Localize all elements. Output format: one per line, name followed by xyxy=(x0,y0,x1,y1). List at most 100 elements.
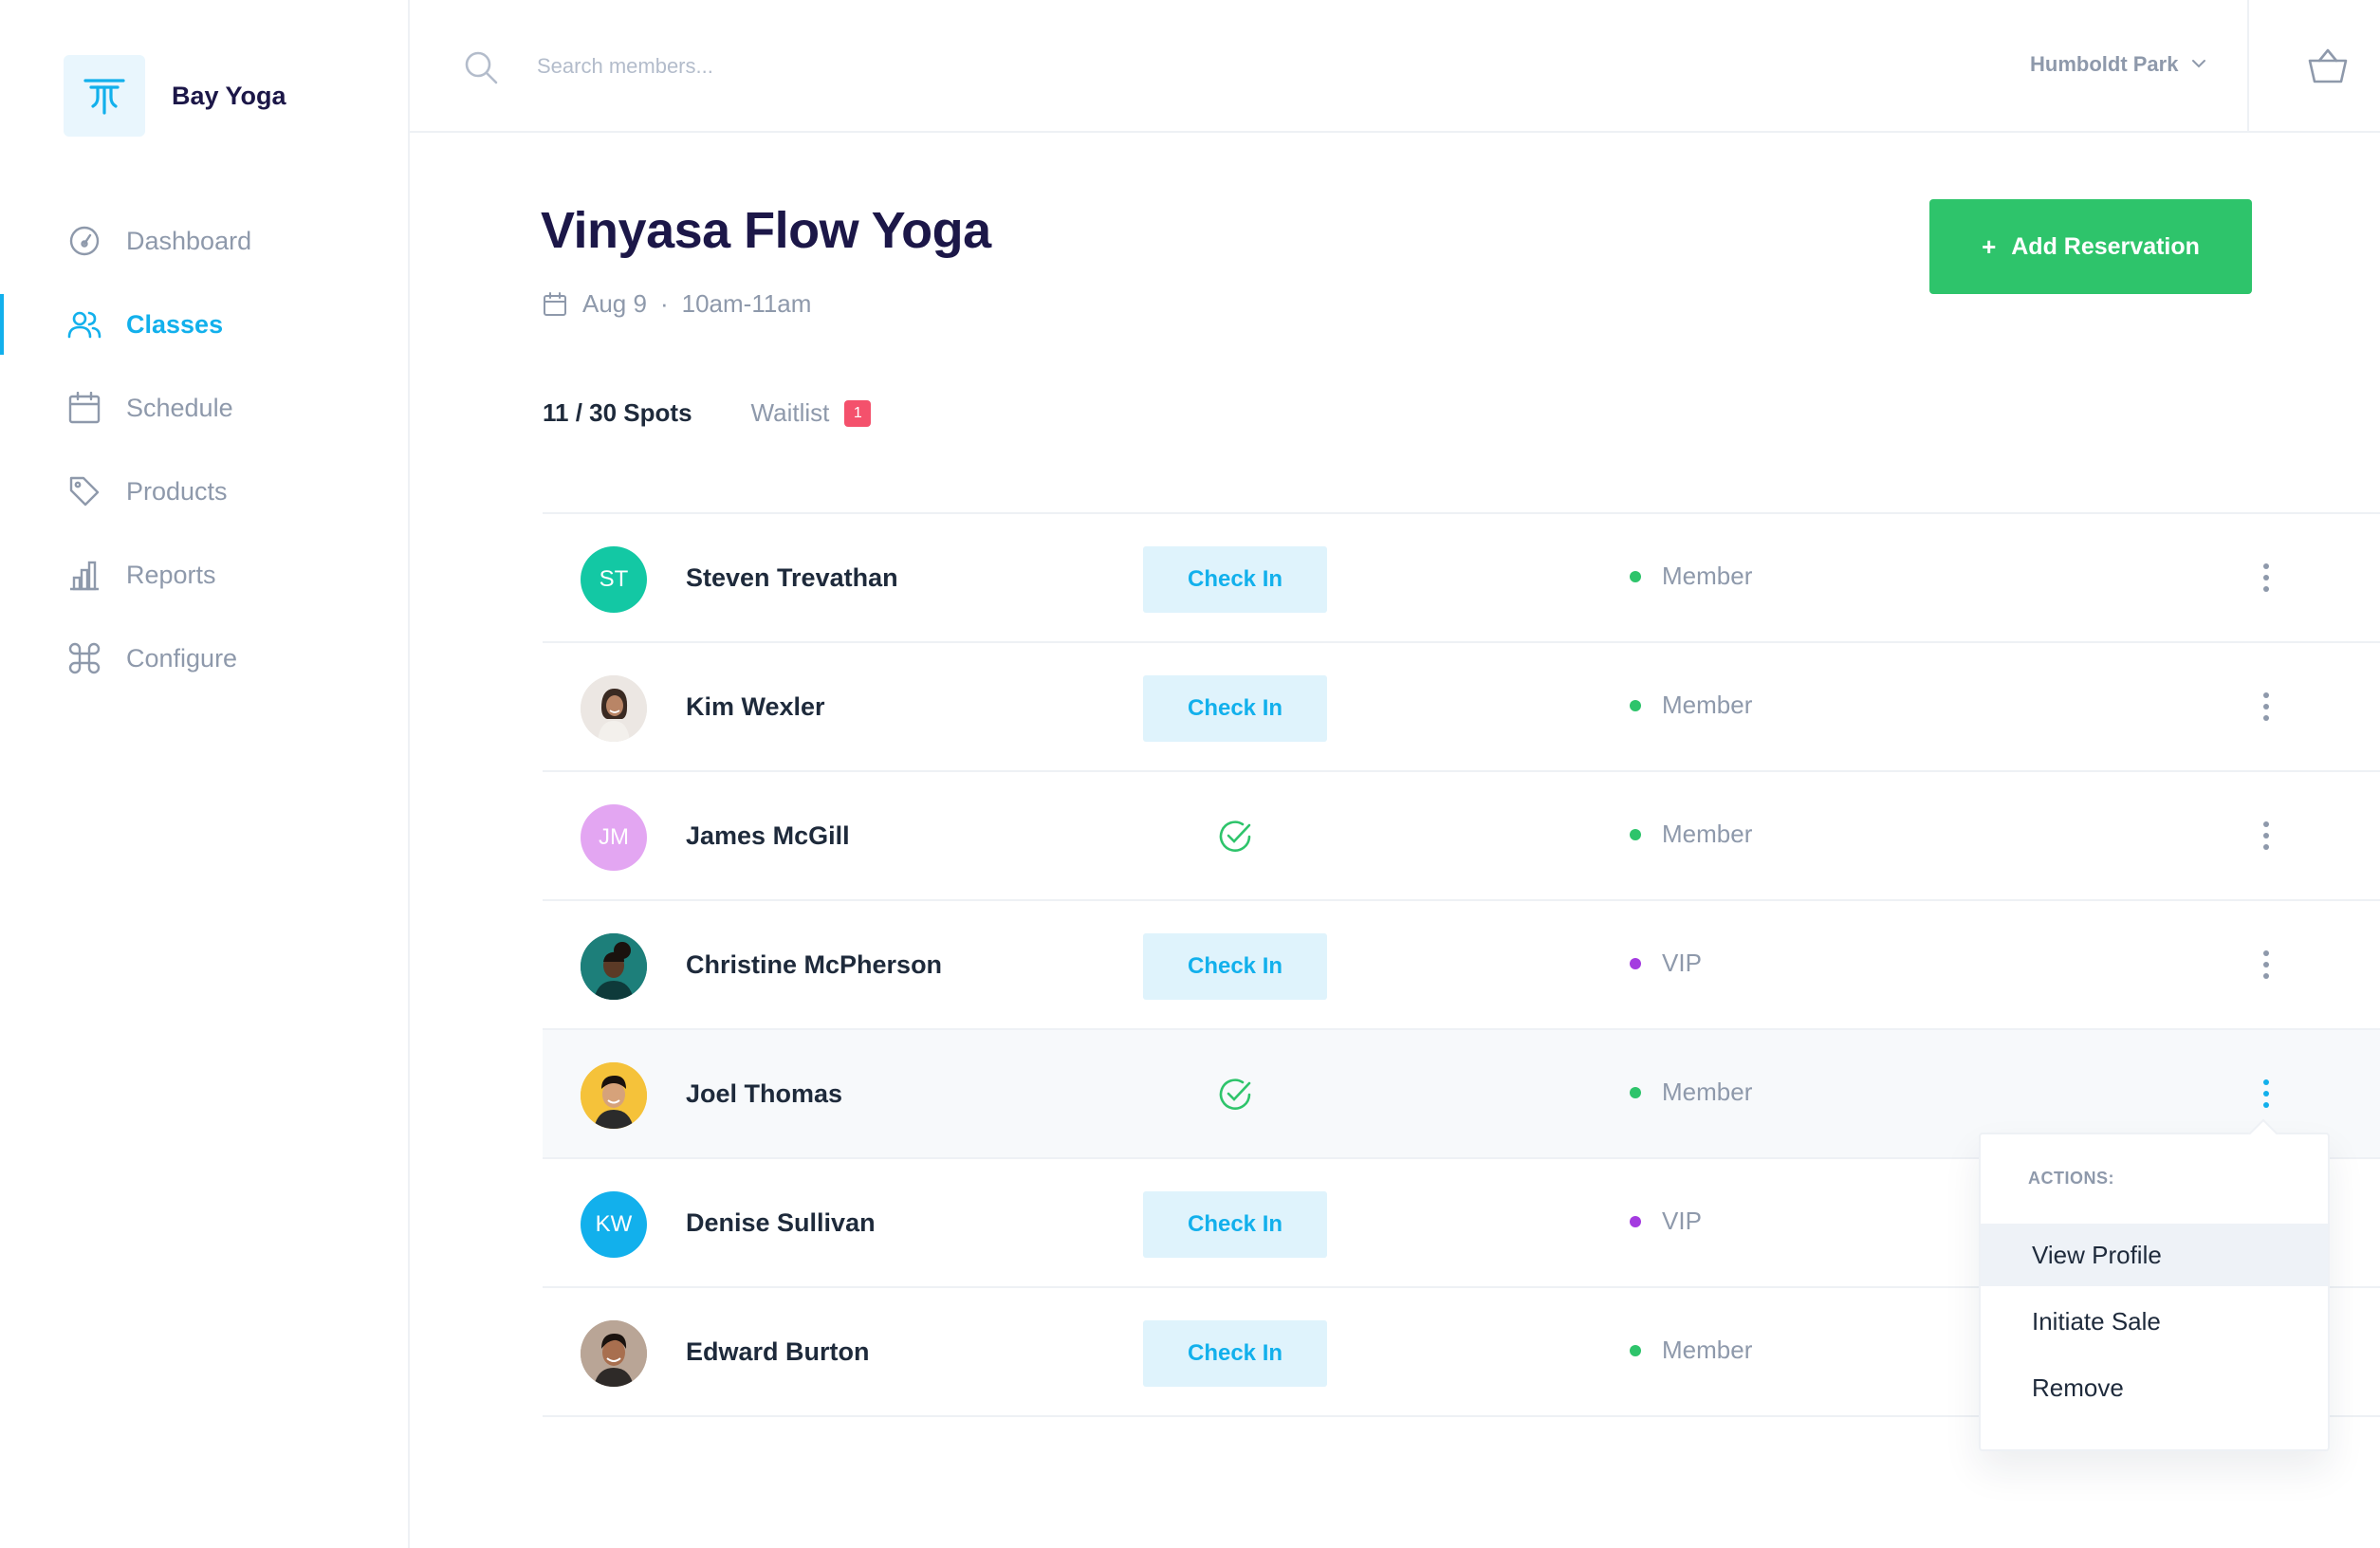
table-row: Christine McPherson Check In VIP xyxy=(543,901,2380,1030)
plus-icon: + xyxy=(1982,231,1997,261)
status-label: Member xyxy=(1662,820,1753,848)
avatar: JM xyxy=(581,804,647,871)
member-name[interactable]: Christine McPherson xyxy=(686,950,942,980)
member-name[interactable]: Kim Wexler xyxy=(686,692,825,722)
meta-separator: · xyxy=(659,289,669,318)
add-reservation-label: Add Reservation xyxy=(2011,232,2200,260)
sidebar-item-classes[interactable]: Classes xyxy=(0,294,408,355)
waitlist-count-badge: 1 xyxy=(844,399,872,427)
tab-waitlist[interactable]: Waitlist 1 xyxy=(751,398,872,428)
status-dot xyxy=(1630,1344,1641,1356)
member-name[interactable]: Joel Thomas xyxy=(686,1079,842,1109)
search-input[interactable] xyxy=(537,46,1391,87)
avatar: KW xyxy=(581,1191,647,1258)
sidebar-item-label: Schedule xyxy=(126,393,233,422)
more-actions-icon[interactable] xyxy=(2252,1070,2280,1117)
page-title: Vinyasa Flow Yoga xyxy=(541,202,991,259)
person-photo-icon xyxy=(581,1062,647,1129)
avatar xyxy=(581,1062,647,1129)
actions-dropdown: ACTIONS: View Profile Initiate Sale Remo… xyxy=(1979,1133,2330,1451)
tag-icon xyxy=(66,473,102,509)
member-name[interactable]: Edward Burton xyxy=(686,1337,870,1367)
status-label: Member xyxy=(1662,1336,1753,1364)
sidebar-item-label: Reports xyxy=(126,560,216,589)
sidebar-item-label: Products xyxy=(126,476,228,506)
table-row: JM James McGill Member xyxy=(543,772,2380,901)
status-label: Member xyxy=(1662,1078,1753,1106)
status-badge: VIP xyxy=(1630,1207,1702,1236)
status-label: VIP xyxy=(1662,1207,1702,1235)
sidebar-item-schedule[interactable]: Schedule xyxy=(0,378,408,438)
person-photo-icon xyxy=(581,1320,647,1387)
class-time: 10am-11am xyxy=(681,289,812,318)
sidebar: Bay Yoga Dashboard Classes Schedule Prod… xyxy=(0,0,410,1548)
class-date: Aug 9 xyxy=(582,289,647,318)
more-actions-icon[interactable] xyxy=(2252,554,2280,601)
top-header: Humboldt Park xyxy=(410,0,2380,133)
status-dot xyxy=(1630,699,1641,711)
check-in-button[interactable]: Check In xyxy=(1143,1320,1327,1387)
location-selector[interactable]: Humboldt Park xyxy=(2030,52,2206,77)
sidebar-item-reports[interactable]: Reports xyxy=(0,544,408,605)
users-icon xyxy=(66,306,102,342)
class-meta: Aug 9 · 10am-11am xyxy=(543,289,811,319)
more-actions-icon[interactable] xyxy=(2252,941,2280,988)
more-actions-icon[interactable] xyxy=(2252,683,2280,730)
add-reservation-button[interactable]: + Add Reservation xyxy=(1929,199,2252,294)
sidebar-item-products[interactable]: Products xyxy=(0,461,408,522)
avatar xyxy=(581,933,647,1000)
location-label: Humboldt Park xyxy=(2030,52,2179,76)
avatar: ST xyxy=(581,546,647,613)
initiate-sale-menu-item[interactable]: Initiate Sale xyxy=(1981,1290,2328,1353)
member-name[interactable]: Denise Sullivan xyxy=(686,1208,876,1238)
status-dot xyxy=(1630,957,1641,969)
status-badge: Member xyxy=(1630,562,1752,591)
status-badge: Member xyxy=(1630,1336,1752,1365)
status-badge: Member xyxy=(1630,1078,1752,1107)
check-in-button[interactable]: Check In xyxy=(1143,933,1327,1000)
sidebar-item-label: Classes xyxy=(126,309,224,339)
check-circle-icon xyxy=(1218,1078,1252,1112)
header-divider xyxy=(2247,0,2249,133)
calendar-icon xyxy=(66,390,102,426)
view-profile-menu-item[interactable]: View Profile xyxy=(1981,1224,2328,1286)
avatar xyxy=(581,1320,647,1387)
status-dot xyxy=(1630,828,1641,840)
check-in-button[interactable]: Check In xyxy=(1143,546,1327,613)
tab-spots[interactable]: 11 / 30 Spots xyxy=(543,398,692,428)
table-row: Kim Wexler Check In Member xyxy=(543,643,2380,772)
sidebar-item-configure[interactable]: Configure xyxy=(0,628,408,689)
sidebar-nav: Dashboard Classes Schedule Products Repo… xyxy=(0,211,408,711)
status-label: Member xyxy=(1662,691,1753,719)
status-label: Member xyxy=(1662,562,1753,590)
check-in-button[interactable]: Check In xyxy=(1143,675,1327,742)
search-icon xyxy=(463,49,499,85)
tabs: 11 / 30 Spots Waitlist 1 xyxy=(543,398,872,428)
person-photo-icon xyxy=(581,675,647,742)
check-in-button[interactable]: Check In xyxy=(1143,1191,1327,1258)
tab-waitlist-label: Waitlist xyxy=(750,398,830,427)
status-dot xyxy=(1630,1086,1641,1098)
basket-icon[interactable] xyxy=(2307,46,2349,87)
person-photo-icon xyxy=(581,933,647,1000)
sidebar-item-label: Dashboard xyxy=(126,226,252,255)
member-name[interactable]: Steven Trevathan xyxy=(686,563,898,593)
avatar-initials: KW xyxy=(595,1211,633,1237)
status-badge: VIP xyxy=(1630,949,1702,978)
status-label: VIP xyxy=(1662,949,1702,977)
status-badge: Member xyxy=(1630,691,1752,720)
avatar-initials: ST xyxy=(599,566,629,592)
brand[interactable]: Bay Yoga xyxy=(64,55,286,137)
bar-chart-icon xyxy=(66,557,102,593)
brand-name: Bay Yoga xyxy=(172,81,286,110)
yoga-logo-icon xyxy=(64,55,145,137)
status-dot xyxy=(1630,1215,1641,1227)
avatar xyxy=(581,675,647,742)
member-name[interactable]: James McGill xyxy=(686,821,850,851)
sidebar-item-dashboard[interactable]: Dashboard xyxy=(0,211,408,271)
check-circle-icon xyxy=(1218,820,1252,854)
remove-menu-item[interactable]: Remove xyxy=(1981,1356,2328,1419)
more-actions-icon[interactable] xyxy=(2252,812,2280,859)
status-dot xyxy=(1630,570,1641,582)
table-row: ST Steven Trevathan Check In Member xyxy=(543,514,2380,643)
